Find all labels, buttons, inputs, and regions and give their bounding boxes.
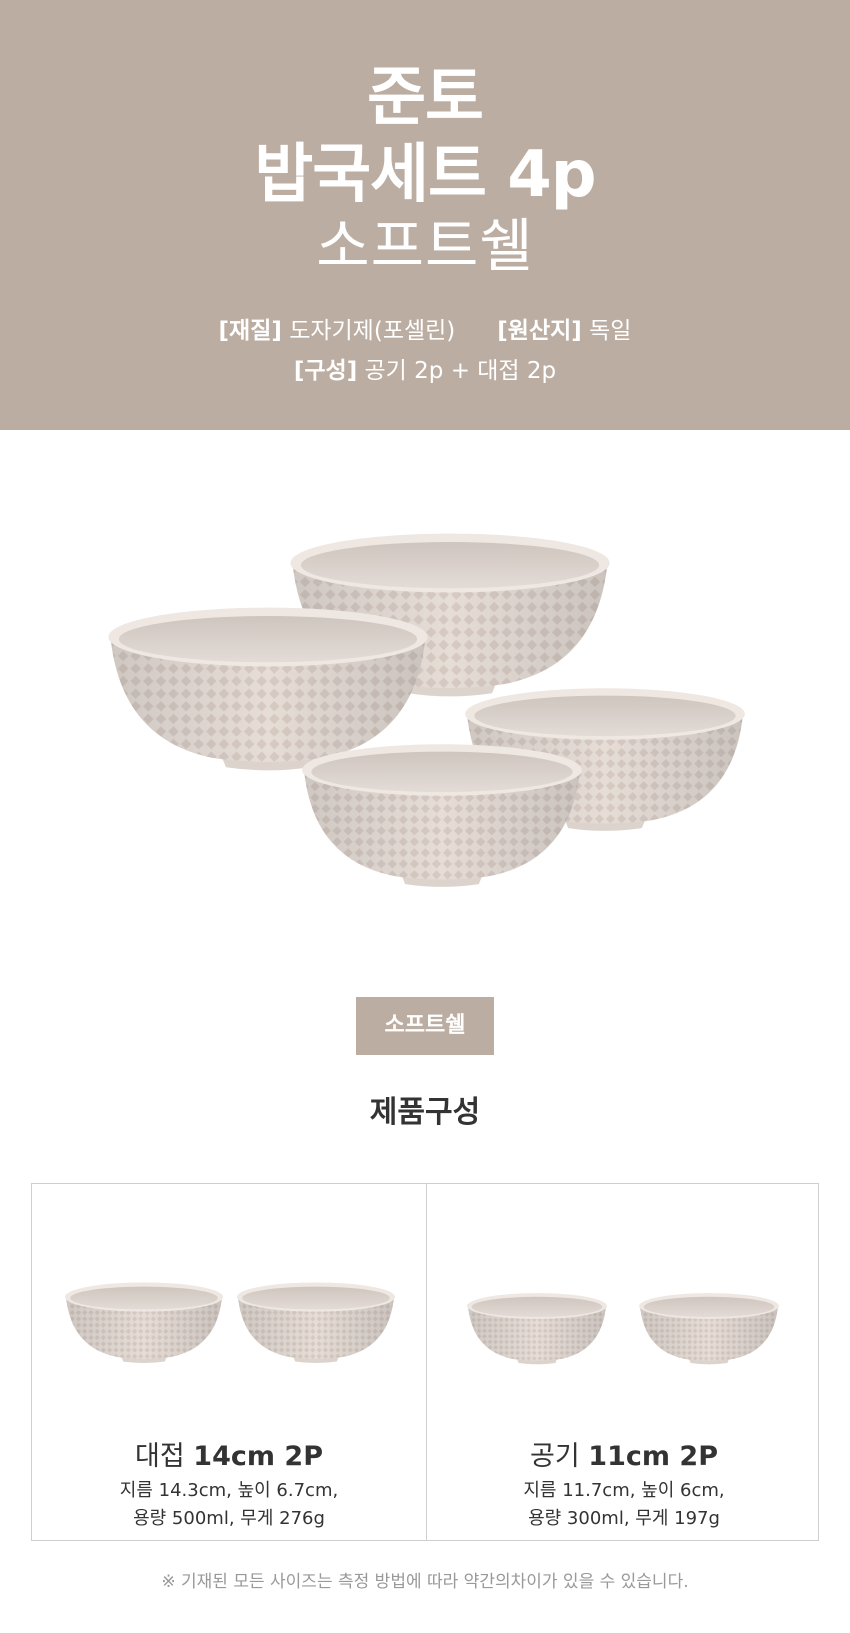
desc-line-2: 용량 300ml, 무게 197g	[528, 1508, 720, 1529]
component-size: 11cm 2P	[588, 1441, 718, 1472]
bowl-image-left	[108, 607, 428, 771]
origin-label: [원산지]	[497, 318, 582, 344]
component-name: 공기 11cm 2P	[427, 1439, 821, 1475]
product-photo	[108, 533, 745, 887]
desc-line-1: 지름 14.3cm, 높이 6.7cm,	[119, 1480, 339, 1501]
hero-banner: 준토 밥국세트 4p 소프트쉘 [재질] 도자기제(포셀린) [원산지] 독일 […	[0, 0, 850, 430]
spec-line-2: [구성] 공기 2p + 대접 2p	[0, 351, 850, 391]
bowl-image-front	[302, 744, 582, 887]
spec-block: [재질] 도자기제(포셀린) [원산지] 독일 [구성] 공기 2p + 대접 2…	[0, 311, 850, 391]
large-bowl-image	[64, 1282, 396, 1364]
component-large-bowl: 대접 14cm 2P 지름 14.3cm, 높이 6.7cm, 용량 500ml…	[32, 1184, 426, 1540]
component-desc: 지름 11.7cm, 높이 6cm, 용량 300ml, 무게 197g	[427, 1477, 821, 1533]
composition-label: [구성]	[293, 358, 358, 384]
brand-title: 준토	[367, 61, 484, 135]
component-name: 대접 14cm 2P	[32, 1439, 426, 1475]
component-desc: 지름 14.3cm, 높이 6.7cm, 용량 500ml, 무게 276g	[32, 1477, 426, 1533]
material-label: [재질]	[218, 318, 282, 344]
color-badge: 소프트쉘	[356, 997, 494, 1055]
component-type: 공기	[530, 1441, 580, 1472]
section-title: 제품구성	[369, 1095, 481, 1130]
material-value: 도자기제(포셀린)	[289, 318, 456, 344]
components-box: 대접 14cm 2P 지름 14.3cm, 높이 6.7cm, 용량 500ml…	[31, 1183, 819, 1541]
product-title: 밥국세트 4p	[254, 138, 596, 212]
desc-line-2: 용량 500ml, 무게 276g	[133, 1508, 325, 1529]
component-size: 14cm 2P	[193, 1441, 323, 1472]
color-name: 소프트쉘	[316, 212, 534, 280]
component-rice-bowl: 공기 11cm 2P 지름 11.7cm, 높이 6cm, 용량 300ml, …	[427, 1184, 821, 1540]
size-notice: ※ 기재된 모든 사이즈는 측정 방법에 따라 약간의차이가 있을 수 있습니다…	[161, 1572, 689, 1592]
composition-value: 공기 2p + 대접 2p	[364, 358, 557, 384]
desc-line-1: 지름 11.7cm, 높이 6cm,	[523, 1480, 725, 1501]
spec-line-1: [재질] 도자기제(포셀린) [원산지] 독일	[0, 311, 850, 351]
rice-bowl-image	[467, 1293, 779, 1365]
component-type: 대접	[135, 1441, 185, 1472]
origin-value: 독일	[589, 318, 632, 344]
